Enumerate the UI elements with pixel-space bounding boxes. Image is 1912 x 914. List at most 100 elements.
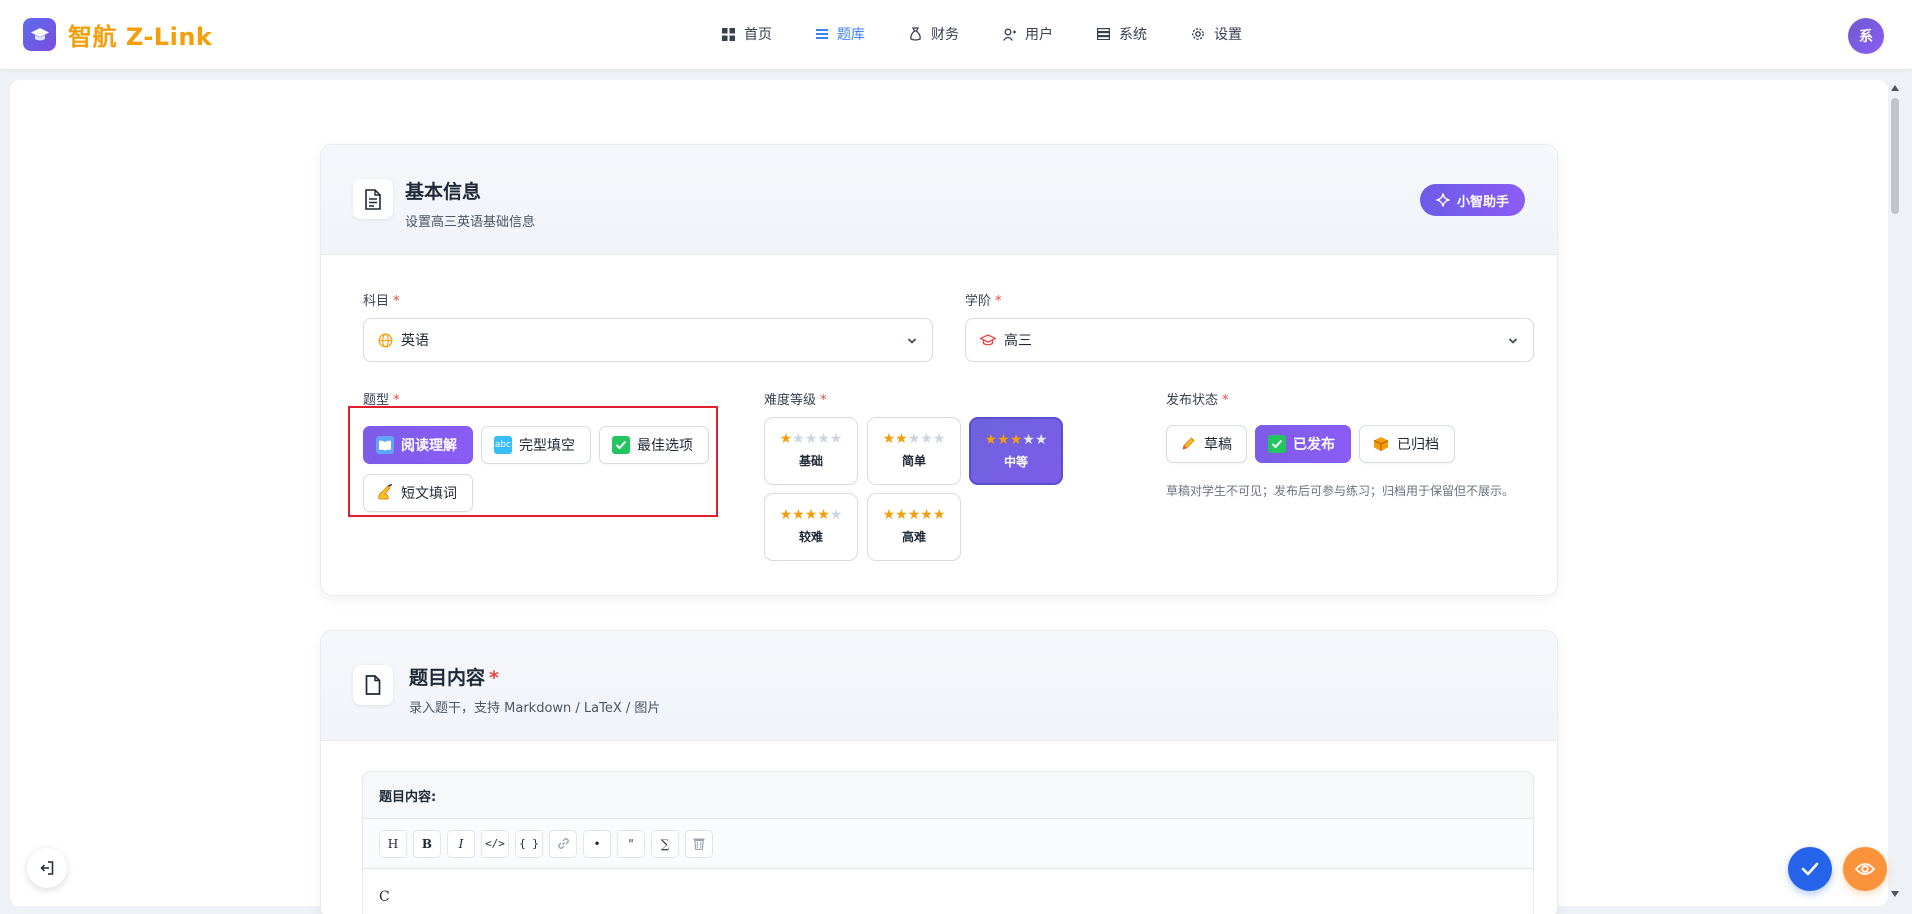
difficulty-option-label: 高难	[901, 530, 926, 544]
grade-label-text: 学阶	[965, 294, 992, 309]
grid-icon	[722, 27, 735, 41]
graduation-cap-icon	[980, 333, 996, 347]
check-box-icon	[1268, 435, 1286, 453]
difficulty-option-label: 简单	[901, 454, 926, 468]
formula-button[interactable]: ∑	[651, 829, 679, 858]
exit-button[interactable]	[27, 848, 67, 888]
required-mark: *	[1222, 393, 1229, 408]
brand[interactable]: 智航 Z-Link	[23, 17, 212, 52]
status-option-label: 草稿	[1204, 437, 1232, 453]
main-nav: 首页 题库 财务 用户 系统 设置	[722, 22, 1286, 46]
heading-button[interactable]: H	[379, 829, 407, 858]
subject-value: 英语	[401, 333, 429, 349]
subject-label-text: 科目	[363, 294, 390, 309]
subject-label: 科目 *	[363, 290, 400, 309]
difficulty-option-label: 中等	[1003, 455, 1028, 469]
status-option-label: 已归档	[1397, 437, 1439, 453]
difficulty-option[interactable]: ★★★★★ 基础	[764, 417, 858, 485]
trash-icon	[693, 838, 705, 850]
nav-item-system[interactable]: 系统	[1097, 22, 1147, 46]
editor-label: 题目内容:	[363, 772, 1533, 819]
star-icon: ★	[779, 507, 793, 523]
status-option-archived[interactable]: 已归档	[1359, 425, 1455, 463]
money-bag-icon	[910, 27, 921, 41]
nav-item-home[interactable]: 首页	[722, 22, 772, 46]
nav-item-finance[interactable]: 财务	[909, 22, 959, 46]
grade-select[interactable]: 高三	[965, 318, 1534, 362]
difficulty-option-label: 基础	[798, 454, 823, 468]
eye-icon	[1855, 863, 1875, 875]
star-icon: ★	[817, 431, 830, 447]
nav-label: 题库	[837, 27, 865, 43]
list-icon	[816, 29, 828, 39]
top-nav-bar: 智航 Z-Link 首页 题库 财务 用户 系统 设置 系	[0, 0, 1912, 70]
italic-button[interactable]: I	[447, 829, 475, 858]
clear-button[interactable]	[685, 829, 713, 858]
star-icon: ★	[997, 432, 1010, 448]
difficulty-option[interactable]: ★★★★★ 高难	[867, 493, 961, 561]
sparkle-icon	[1436, 193, 1450, 207]
card-header: 题目内容 * 录入题干，支持 Markdown / LaTeX / 图片	[321, 631, 1557, 741]
star-rating: ★★★★★	[765, 431, 857, 447]
editor-body[interactable]: C	[363, 869, 1533, 914]
section-subtitle: 设置高三英语基础信息	[405, 215, 536, 230]
star-icon: ★	[792, 507, 805, 523]
difficulty-option[interactable]: ★★★★★ 较难	[764, 493, 858, 561]
gear-icon	[1192, 28, 1204, 40]
scroll-up-arrow-icon[interactable]	[1891, 85, 1899, 91]
difficulty-option[interactable]: ★★★★★ 中等	[969, 417, 1063, 485]
difficulty-label: 难度等级 *	[764, 389, 827, 408]
chevron-down-icon	[1508, 338, 1518, 344]
section-subtitle: 录入题干，支持 Markdown / LaTeX / 图片	[409, 701, 661, 716]
status-label-text: 发布状态	[1166, 393, 1219, 408]
required-mark: *	[995, 294, 1002, 309]
code-block-button[interactable]: { }	[515, 829, 543, 858]
required-mark: *	[393, 294, 400, 309]
card-header: 基本信息 设置高三英语基础信息 小智助手	[321, 145, 1557, 255]
status-hint: 草稿对学生不可见；发布后可参与练习；归档用于保留但不展示。	[1166, 484, 1515, 498]
package-icon	[1372, 435, 1390, 453]
subject-select[interactable]: 英语	[363, 318, 933, 362]
nav-label: 设置	[1214, 27, 1242, 43]
document-icon	[353, 179, 393, 219]
star-icon: ★	[829, 431, 843, 447]
link-icon	[557, 838, 569, 849]
check-icon	[1801, 862, 1819, 876]
bullet-list-button[interactable]: •	[583, 829, 611, 858]
bold-button[interactable]: B	[413, 829, 441, 858]
star-icon: ★	[1034, 432, 1048, 448]
question-editor: 题目内容: H B I </> { } • " ∑ C	[362, 771, 1534, 914]
scroll-down-arrow-icon[interactable]	[1891, 891, 1899, 897]
nav-label: 财务	[931, 27, 959, 43]
code-button[interactable]: </>	[481, 829, 509, 858]
star-icon: ★	[932, 431, 946, 447]
content-title-text: 题目内容	[409, 667, 486, 689]
quote-button[interactable]: "	[617, 829, 645, 858]
status-option-label: 已发布	[1293, 437, 1335, 453]
brand-name: 智航 Z-Link	[68, 23, 213, 51]
status-option-draft[interactable]: 草稿	[1166, 425, 1247, 463]
nav-item-settings[interactable]: 设置	[1191, 22, 1242, 46]
link-button[interactable]	[549, 829, 577, 858]
grade-label: 学阶 *	[965, 290, 1002, 309]
nav-label: 系统	[1119, 27, 1147, 43]
status-option-published[interactable]: 已发布	[1255, 425, 1351, 463]
scrollbar[interactable]	[1888, 80, 1902, 906]
scroll-thumb[interactable]	[1891, 98, 1899, 214]
avatar[interactable]: 系	[1848, 18, 1884, 54]
save-check-button[interactable]	[1788, 847, 1832, 891]
nav-item-question-bank[interactable]: 题库	[816, 22, 865, 46]
star-rating: ★★★★★	[868, 507, 960, 523]
logout-icon	[40, 861, 54, 875]
chevron-down-icon	[907, 338, 917, 344]
difficulty-label-text: 难度等级	[764, 393, 817, 408]
pencil-icon	[1179, 435, 1197, 453]
nav-label: 首页	[744, 27, 772, 43]
assistant-button[interactable]: 小智助手	[1419, 184, 1525, 216]
star-icon: ★	[920, 431, 933, 447]
nav-item-users[interactable]: 用户	[1003, 22, 1053, 46]
preview-button[interactable]	[1843, 847, 1887, 891]
difficulty-option[interactable]: ★★★★★ 简单	[867, 417, 961, 485]
star-icon: ★	[895, 507, 908, 523]
nav-label: 用户	[1025, 27, 1053, 43]
